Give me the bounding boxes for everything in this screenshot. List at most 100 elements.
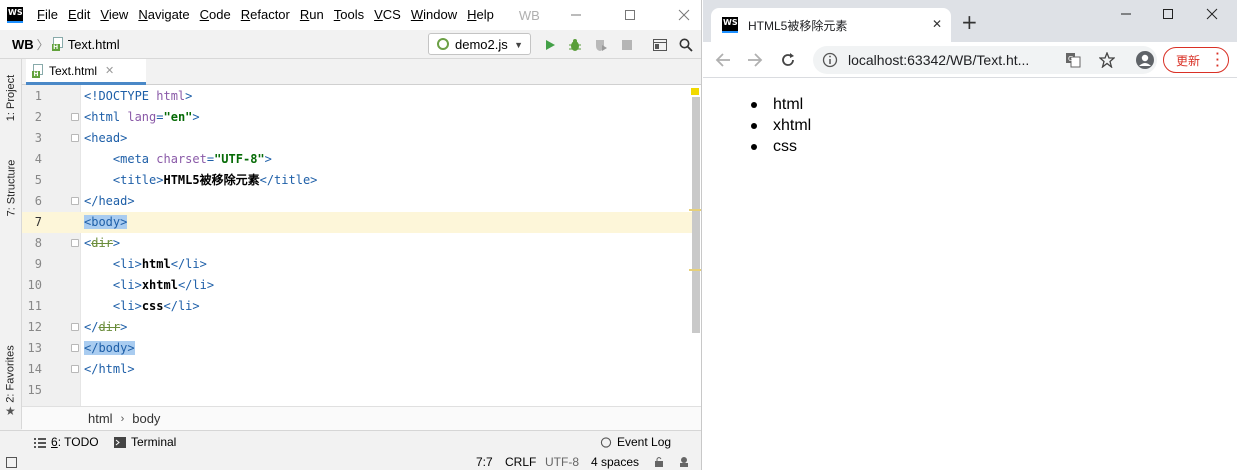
line-number: 14 [27,362,42,376]
menu-item[interactable]: Window [406,0,462,30]
maximize-icon[interactable] [1153,4,1183,24]
speech-bubble-icon [600,436,612,448]
line-number: 8 [34,236,42,250]
layout-button[interactable] [650,35,670,55]
code-line[interactable]: 10 <li>xhtml</li> [22,275,692,296]
menu-item[interactable]: View [95,0,133,30]
nav-project[interactable]: WB [12,37,34,52]
code-text: <meta charset="UTF-8"> [112,152,272,166]
line-separator[interactable]: CRLF [505,454,536,470]
fold-marker-icon[interactable] [71,365,79,373]
navigation-bar: WB 〉 H Text.html demo2.js ▼ [0,30,701,59]
html-file-icon: H [51,37,64,51]
code-line[interactable]: 15 [22,380,692,401]
nav-file[interactable]: Text.html [68,37,120,52]
debug-button[interactable] [565,35,585,55]
code-editor[interactable]: 1 <!DOCTYPE html> 2 <html lang="en"> 3 <head>… [22,85,701,406]
menu-item[interactable]: VCS [369,0,406,30]
run-button[interactable] [540,35,560,55]
line-number: 3 [34,131,42,145]
forward-arrow-icon[interactable] [743,48,767,72]
code-line[interactable]: 11 <li>css</li> [22,296,692,317]
code-line[interactable]: 5 <title>HTML5被移除元素</title> [22,170,692,191]
ide-titlebar: WS File Edit View Navigate Code Refactor Run To… [0,0,701,30]
coverage-button[interactable] [591,35,611,55]
address-bar[interactable]: localhost:63342/WB/Text.ht... G [813,46,1157,74]
more-menu-icon[interactable]: · · · [1216,47,1220,72]
code-line[interactable]: 6 </head> [22,191,692,212]
translate-icon[interactable]: G [1065,52,1081,68]
list-item: css [749,136,811,157]
lock-icon[interactable] [653,456,665,470]
update-button[interactable]: 更新 · · · [1163,47,1229,73]
menu-item[interactable]: Edit [63,0,95,30]
fold-marker-icon[interactable] [71,239,79,247]
file-encoding[interactable]: UTF-8 [545,454,579,470]
close-tab-icon[interactable]: ✕ [932,17,942,31]
fold-marker-icon[interactable] [71,134,79,142]
menu-item[interactable]: Refactor [236,0,295,30]
fold-marker-icon[interactable] [71,197,79,205]
project-tool-tab[interactable]: 1: Project [1,65,21,131]
bullet-icon [751,123,757,129]
close-icon[interactable] [666,0,701,30]
minimize-icon[interactable] [1111,4,1141,24]
code-line[interactable]: 13 </body> [22,338,692,359]
menu-item[interactable]: Run [295,0,329,30]
back-arrow-icon[interactable] [711,48,735,72]
profile-avatar-icon[interactable] [1135,50,1155,70]
caret-position[interactable]: 7:7 [476,454,493,470]
indent-setting[interactable]: 4 spaces [591,454,639,470]
code-line[interactable]: 14 </html> [22,359,692,380]
inspector-icon[interactable] [678,456,690,470]
search-button[interactable] [676,35,696,55]
menu-item[interactable]: Navigate [133,0,194,30]
line-number: 9 [34,257,42,271]
breadcrumb-html[interactable]: html [88,411,113,426]
favorites-tool-tab[interactable]: 2: Favorites [1,339,21,409]
code-line[interactable]: 1 <!DOCTYPE html> [22,86,692,107]
browser-tab[interactable]: WS HTML5被移除元素 ✕ [711,8,951,42]
bullet-icon [751,144,757,150]
code-line[interactable]: 7 <body> [22,212,692,233]
code-text: </html> [84,362,135,376]
vertical-scrollbar[interactable] [692,97,700,333]
code-line[interactable]: 4 <meta charset="UTF-8"> [22,149,692,170]
chevron-right-icon: › [120,412,125,425]
code-line[interactable]: 2 <html lang="en"> [22,107,692,128]
close-icon[interactable] [1197,4,1227,24]
code-text: <head> [84,131,128,145]
menu-item[interactable]: Tools [329,0,369,30]
stop-button[interactable] [617,35,637,55]
event-log-tool-button[interactable]: Event Log [600,435,671,449]
line-number: 12 [27,320,42,334]
editor-tab[interactable]: H Text.html ✕ [26,59,146,85]
toggle-tool-windows-icon[interactable] [6,456,17,470]
tool-window-bar: 6: TODO Terminal Event Log [0,430,701,454]
structure-tool-tab[interactable]: 7: Structure [1,153,21,223]
code-line[interactable]: 3 <head> [22,128,692,149]
bookmark-star-icon[interactable] [1099,52,1115,68]
new-tab-plus-icon[interactable]: + [961,12,978,32]
code-text: <body> [84,215,128,229]
code-line[interactable]: 12 </dir> [22,317,692,338]
maximize-icon[interactable] [612,0,648,30]
menu-item[interactable]: File [32,0,63,30]
close-tab-icon[interactable]: ✕ [105,64,114,77]
reload-icon[interactable] [776,48,800,72]
warning-marker[interactable] [691,88,699,95]
fold-marker-icon[interactable] [71,323,79,331]
fold-marker-icon[interactable] [71,113,79,121]
menu-item[interactable]: Help [462,0,499,30]
todo-tool-button[interactable]: 6: TODO [34,435,99,449]
run-config-select[interactable]: demo2.js ▼ [428,33,531,55]
terminal-tool-button[interactable]: Terminal [114,435,176,449]
fold-marker-icon[interactable] [71,344,79,352]
menu-item[interactable]: Code [195,0,236,30]
search-icon [679,38,693,52]
code-line[interactable]: 9 <li>html</li> [22,254,692,275]
breadcrumb-body[interactable]: body [132,411,160,426]
todo-mnemonic: 6 [51,435,58,449]
minimize-icon[interactable] [558,0,594,30]
code-line[interactable]: 8 <dir> [22,233,692,254]
